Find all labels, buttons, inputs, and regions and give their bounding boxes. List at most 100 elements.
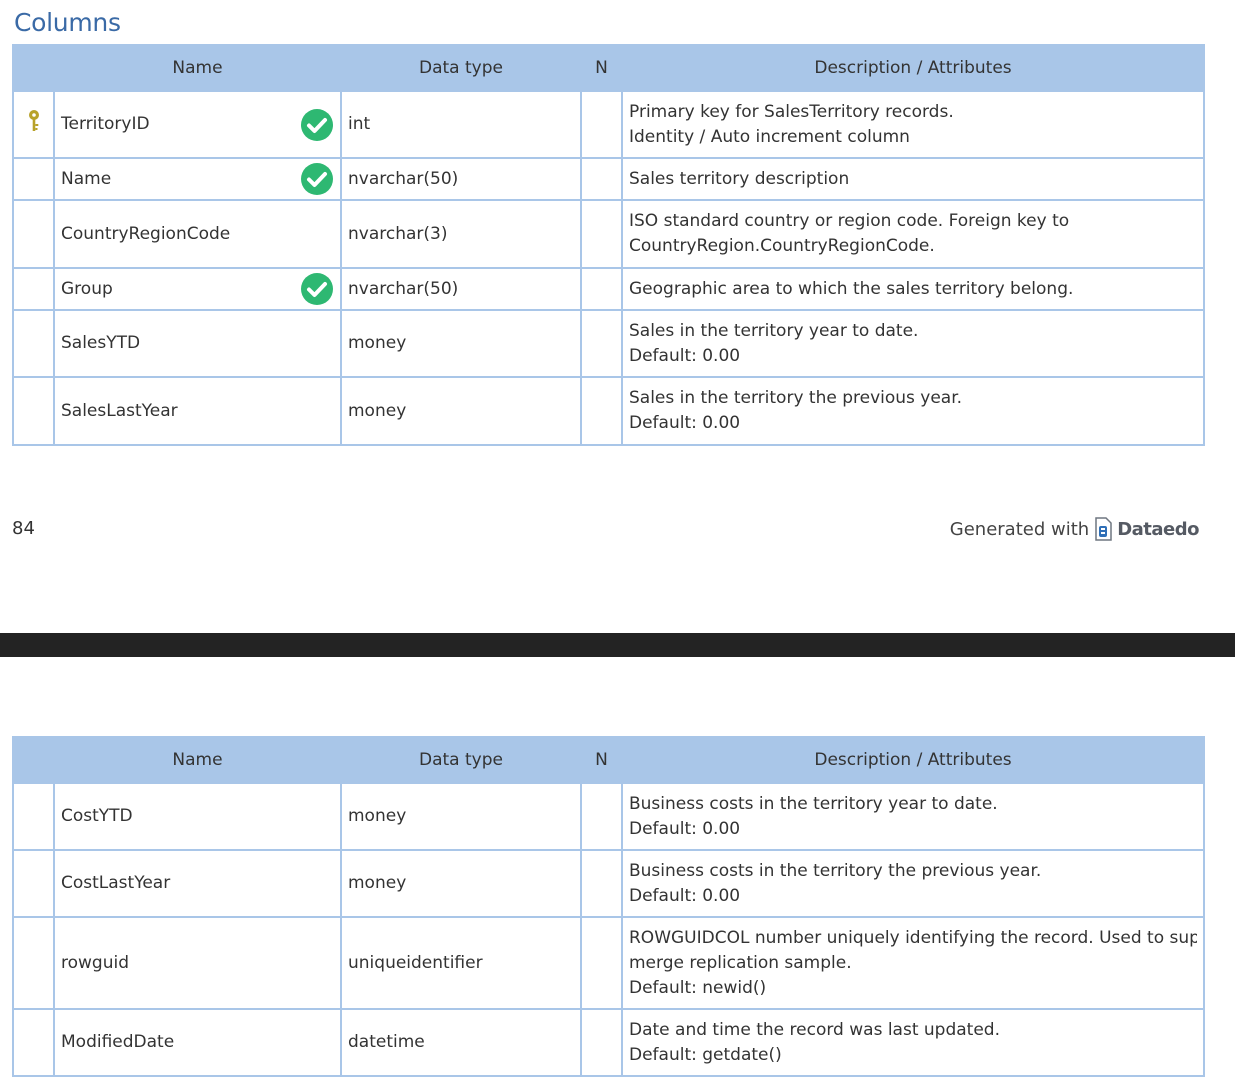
column-type: money (340, 376, 582, 446)
column-description: Sales in the territory the previous year… (621, 376, 1205, 446)
header-name: Name (53, 44, 342, 92)
column-name: SalesYTD (61, 333, 141, 353)
table-row: rowguid uniqueidentifier ROWGUIDCOL numb… (12, 916, 1205, 1010)
header-data-type: Data type (340, 736, 582, 784)
dataedo-logo-icon (1095, 517, 1112, 541)
columns-table-2: Name Data type N Description / Attribute… (12, 736, 1205, 1077)
column-type: money (340, 309, 582, 378)
column-type: datetime (340, 1008, 582, 1077)
column-nullable (580, 916, 623, 1010)
key-cell (12, 916, 55, 1010)
column-name-cell: Name (53, 157, 342, 201)
column-nullable (580, 376, 623, 446)
column-name: CountryRegionCode (61, 223, 231, 244)
column-name-cell: CostLastYear (53, 849, 342, 918)
page-number: 84 (12, 518, 35, 539)
column-name-cell: ModifiedDate (53, 1008, 342, 1077)
column-name: CostYTD (61, 806, 133, 826)
column-description: Sales in the territory year to date. Def… (621, 309, 1205, 378)
column-nullable (580, 309, 623, 378)
table-row: CountryRegionCode nvarchar(3) ISO standa… (12, 199, 1205, 269)
key-cell (12, 157, 55, 201)
key-cell (12, 267, 55, 311)
description-line: Sales in the territory year to date. (629, 320, 919, 341)
column-name-cell: SalesYTD (53, 309, 342, 378)
header-nullable: N (580, 736, 623, 784)
column-nullable (580, 849, 623, 918)
table-row: TerritoryID int Primary key for SalesTer… (12, 90, 1205, 159)
header-data-type: Data type (340, 44, 582, 92)
header-description: Description / Attributes (621, 736, 1205, 784)
key-cell (12, 199, 55, 269)
description-line: merge replication sample. (629, 952, 852, 973)
page-break (0, 633, 1235, 657)
column-name: CostLastYear (61, 873, 171, 893)
columns-table-1: Name Data type N Description / Attribute… (12, 44, 1205, 446)
table-row: SalesYTD money Sales in the territory ye… (12, 309, 1205, 378)
column-type: nvarchar(3) (340, 199, 582, 269)
column-name: TerritoryID (61, 114, 150, 134)
column-description: Geographic area to which the sales terri… (621, 267, 1205, 311)
key-cell (12, 849, 55, 918)
column-name-cell: Group (53, 267, 342, 311)
description-line: Default: 0.00 (629, 413, 741, 433)
description-line: Default: 0.00 (629, 885, 741, 906)
key-icon (28, 109, 39, 131)
column-type: money (340, 782, 582, 851)
column-name-cell: SalesLastYear (53, 376, 342, 446)
column-nullable (580, 90, 623, 159)
table-row: CostLastYear money Business costs in the… (12, 849, 1205, 918)
header-key (12, 44, 55, 92)
brand-name: Dataedo (1117, 518, 1199, 540)
generated-with-label: Generated with (949, 518, 1090, 540)
column-nullable (580, 199, 623, 269)
key-cell (12, 309, 55, 378)
table-row: Name nvarchar(50) Sales territory descri… (12, 157, 1205, 201)
check-circle-icon (301, 108, 333, 141)
description-line: ROWGUIDCOL number uniquely identifying t… (629, 927, 1197, 948)
description-line: Business costs in the territory the prev… (629, 860, 1042, 881)
header-key (12, 736, 55, 784)
description-line: Sales territory description (629, 168, 850, 189)
description-line: Default: 0.00 (629, 345, 741, 366)
column-type: nvarchar(50) (340, 157, 582, 201)
column-name-cell: CostYTD (53, 782, 342, 851)
column-description: ROWGUIDCOL number uniquely identifying t… (621, 916, 1205, 1010)
header-name: Name (53, 736, 342, 784)
column-description: Primary key for SalesTerritory records. … (621, 90, 1205, 159)
description-line: ISO standard country or region code. For… (629, 211, 1070, 231)
column-type: money (340, 849, 582, 918)
column-description: Business costs in the territory the prev… (621, 849, 1205, 918)
column-description: Sales territory description (621, 157, 1205, 201)
description-line: Geographic area to which the sales terri… (629, 278, 1074, 299)
description-line: CountryRegion.CountryRegionCode. (629, 236, 935, 256)
description-line: Sales in the territory the previous year… (629, 388, 963, 408)
generated-with: Generated with Dataedo (950, 517, 1199, 541)
check-circle-icon (301, 163, 333, 195)
column-nullable (580, 1008, 623, 1077)
column-type: uniqueidentifier (340, 916, 582, 1010)
table-row: SalesLastYear money Sales in the territo… (12, 376, 1205, 446)
column-name-cell: CountryRegionCode (53, 199, 342, 269)
column-name-cell: TerritoryID (53, 90, 342, 159)
key-cell (12, 90, 55, 159)
description-line: Default: getdate() (629, 1044, 782, 1065)
column-nullable (580, 267, 623, 311)
check-circle-icon (301, 273, 333, 305)
column-description: ISO standard country or region code. For… (621, 199, 1205, 269)
description-line: Default: 0.00 (629, 818, 741, 839)
column-nullable (580, 157, 623, 201)
column-description: Business costs in the territory year to … (621, 782, 1205, 851)
column-description: Date and time the record was last update… (621, 1008, 1205, 1077)
column-nullable (580, 782, 623, 851)
column-name: ModifiedDate (61, 1032, 175, 1052)
column-name: rowguid (61, 952, 129, 973)
column-name: Group (61, 278, 113, 299)
table-header-row: Name Data type N Description / Attribute… (12, 44, 1205, 92)
column-type: int (340, 90, 582, 159)
description-line: Default: newid() (629, 977, 767, 998)
header-description: Description / Attributes (621, 44, 1205, 92)
key-cell (12, 782, 55, 851)
table-row: Group nvarchar(50) Geographic area to wh… (12, 267, 1205, 311)
table-row: ModifiedDate datetime Date and time the … (12, 1008, 1205, 1077)
